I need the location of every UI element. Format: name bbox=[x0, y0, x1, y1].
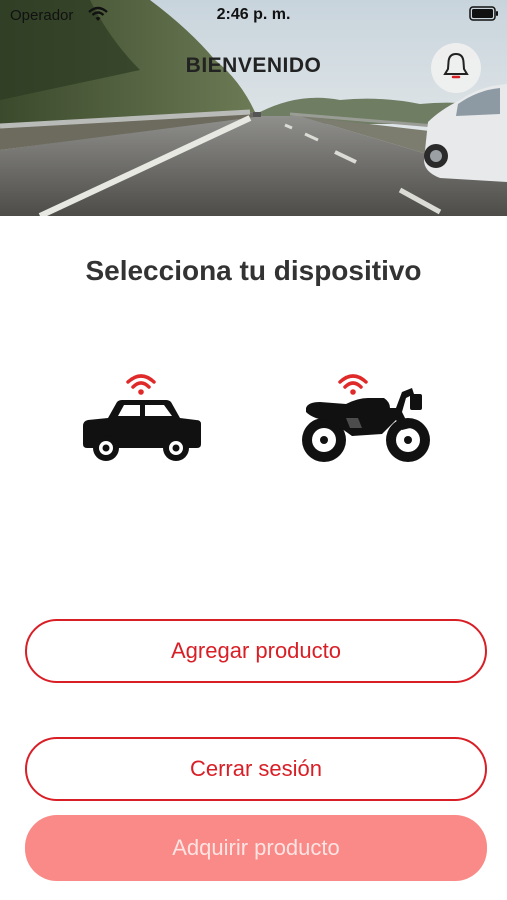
buy-product-button[interactable]: Adquirir producto bbox=[25, 815, 487, 881]
car-signal-icon bbox=[78, 374, 218, 472]
bell-icon bbox=[443, 51, 469, 86]
notifications-button[interactable] bbox=[431, 43, 481, 93]
logout-button[interactable]: Cerrar sesión bbox=[25, 737, 487, 801]
select-device-heading: Selecciona tu dispositivo bbox=[85, 255, 422, 286]
status-bar: Operador 2:46 p. m. bbox=[0, 0, 507, 30]
battery-icon bbox=[469, 6, 499, 21]
add-product-button[interactable]: Agregar producto bbox=[25, 619, 487, 683]
header-background-image bbox=[0, 0, 507, 216]
device-option-car[interactable] bbox=[78, 368, 218, 468]
clock: 2:46 p. m. bbox=[216, 6, 291, 23]
device-option-motorcycle[interactable] bbox=[298, 368, 438, 468]
motorcycle-signal-icon bbox=[298, 374, 438, 472]
